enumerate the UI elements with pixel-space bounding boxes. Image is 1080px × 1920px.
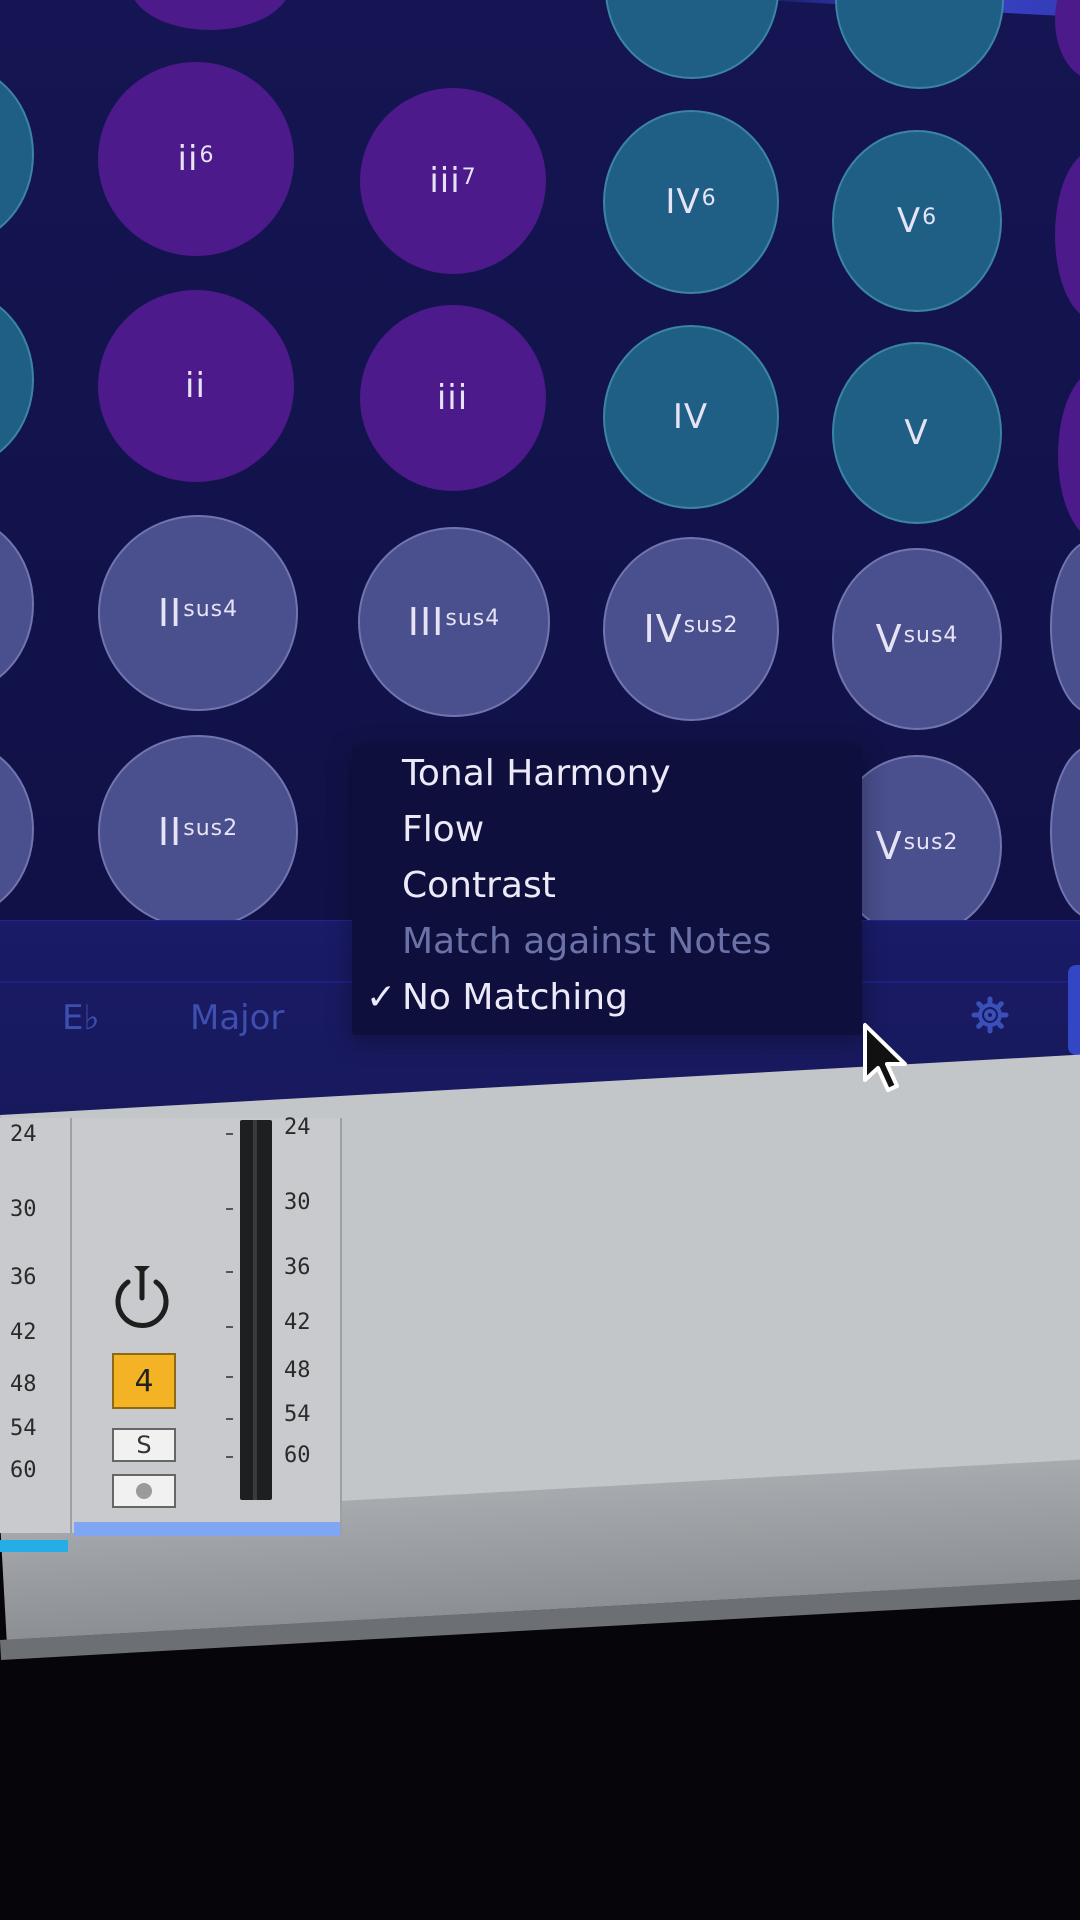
chord-pad-partial[interactable] xyxy=(0,515,34,694)
db-scale-right: 30 xyxy=(284,1190,311,1215)
chord-pad-partial[interactable] xyxy=(1050,745,1080,919)
record-dot-icon xyxy=(136,1483,152,1499)
db-scale-right: 42 xyxy=(284,1310,311,1335)
chord-pad-IVsus2[interactable]: IV sus2 xyxy=(603,537,779,721)
chord-label: IV xyxy=(643,607,683,651)
chord-label: V xyxy=(896,201,922,241)
checkmark-icon: ✓ xyxy=(366,977,397,1018)
mouse-pointer-icon xyxy=(863,1023,907,1092)
chord-extension: sus4 xyxy=(183,596,239,622)
menu-item-contrast[interactable]: Contrast xyxy=(402,865,556,906)
menu-item-match-against-notes: Match against Notes xyxy=(402,921,772,962)
record-arm-button[interactable] xyxy=(112,1474,176,1508)
chord-extension: sus4 xyxy=(903,622,959,648)
chord-pad-partial[interactable] xyxy=(835,0,1004,89)
menu-item-no-matching[interactable]: No Matching xyxy=(402,977,628,1018)
meter-tick xyxy=(226,1326,233,1328)
chord-pad-iii[interactable]: iii xyxy=(360,305,546,491)
strip-divider xyxy=(70,1118,72,1533)
chord-label: IV xyxy=(672,397,709,437)
track-activator-button[interactable]: 4 xyxy=(112,1353,176,1409)
chord-label: II xyxy=(157,591,183,635)
chord-pad-partial[interactable] xyxy=(130,0,290,30)
meter-tick xyxy=(226,1271,233,1273)
meter-tick xyxy=(226,1376,233,1378)
db-scale-left: 30 xyxy=(10,1197,37,1222)
chord-extension: 6 xyxy=(701,185,717,211)
db-scale-left: 42 xyxy=(10,1320,37,1345)
db-scale-left: 24 xyxy=(10,1122,37,1147)
db-scale-left: 54 xyxy=(10,1416,37,1441)
chord-pad-ii6[interactable]: ii 6 xyxy=(98,62,294,256)
chord-label: V xyxy=(904,413,929,453)
solo-button[interactable]: S xyxy=(112,1428,176,1462)
chord-label: III xyxy=(407,600,445,644)
menu-item-flow[interactable]: Flow xyxy=(402,809,484,850)
level-meter-channel xyxy=(253,1120,257,1500)
gear-icon[interactable] xyxy=(970,995,1010,1035)
meter-tick xyxy=(226,1418,233,1420)
chord-label: ii xyxy=(177,139,199,179)
power-icon[interactable] xyxy=(106,1262,178,1334)
db-scale-left: 60 xyxy=(10,1458,37,1483)
chord-pad-V[interactable]: V xyxy=(832,342,1002,524)
chord-extension: 7 xyxy=(461,164,477,190)
track-color-strip xyxy=(0,1540,68,1552)
chord-label: II xyxy=(157,810,183,854)
chord-pad-partial[interactable] xyxy=(1058,370,1080,540)
chord-pad-IIIsus4[interactable]: III sus4 xyxy=(358,527,550,717)
chord-pad-iii7[interactable]: iii 7 xyxy=(360,88,546,274)
chord-extension: sus4 xyxy=(445,605,501,631)
side-panel-tab[interactable] xyxy=(1068,965,1080,1055)
meter-tick xyxy=(226,1133,233,1135)
chord-pad-partial[interactable] xyxy=(0,65,34,244)
db-scale-right: 36 xyxy=(284,1255,311,1280)
root-note-selector[interactable]: E♭ xyxy=(62,998,100,1038)
chord-extension: sus2 xyxy=(183,815,239,841)
chord-label: IV xyxy=(665,182,701,222)
chord-label: V xyxy=(875,824,903,868)
db-scale-right: 48 xyxy=(284,1358,311,1383)
chord-extension: 6 xyxy=(922,204,938,230)
matching-mode-menu: Tonal Harmony Flow Contrast Match agains… xyxy=(352,745,862,1035)
chord-label: V xyxy=(875,617,903,661)
chord-pad-partial[interactable] xyxy=(1055,0,1080,80)
chord-pad-IV6[interactable]: IV 6 xyxy=(603,110,779,294)
menu-item-tonal-harmony[interactable]: Tonal Harmony xyxy=(402,753,671,794)
chord-pad-panel: ii 6 iii 7 IV 6 V6 ii iii IV V II sus4 III su… xyxy=(0,0,1080,1130)
meter-tick xyxy=(226,1456,233,1458)
chord-label: iii xyxy=(436,378,469,418)
db-scale-left: 48 xyxy=(10,1372,37,1397)
db-scale-right: 60 xyxy=(284,1443,311,1468)
chord-pad-partial[interactable] xyxy=(605,0,779,79)
chord-pad-IV[interactable]: IV xyxy=(603,325,779,509)
chord-pad-IIsus2[interactable]: II sus2 xyxy=(98,735,298,929)
chord-extension: 6 xyxy=(199,142,215,168)
db-scale-left: 36 xyxy=(10,1265,37,1290)
track-color-strip xyxy=(74,1522,340,1536)
chord-pad-V6[interactable]: V6 xyxy=(832,130,1002,312)
chord-extension: sus2 xyxy=(903,829,959,855)
chord-pad-partial[interactable] xyxy=(0,290,34,469)
chord-pad-partial[interactable] xyxy=(1050,540,1080,714)
db-scale-right: 24 xyxy=(284,1115,311,1140)
meter-tick xyxy=(226,1208,233,1210)
db-scale-right: 54 xyxy=(284,1402,311,1427)
chord-label: ii xyxy=(185,366,206,406)
chord-pad-ii[interactable]: ii xyxy=(98,290,294,482)
chord-extension: sus2 xyxy=(683,612,739,638)
chord-label: iii xyxy=(429,161,461,201)
scale-selector[interactable]: Major xyxy=(190,998,284,1038)
chord-pad-partial[interactable] xyxy=(0,740,34,919)
chord-pad-partial[interactable] xyxy=(1055,150,1080,320)
chord-pad-IIsus4[interactable]: II sus4 xyxy=(98,515,298,711)
chord-pad-Vsus4[interactable]: Vsus4 xyxy=(832,548,1002,730)
